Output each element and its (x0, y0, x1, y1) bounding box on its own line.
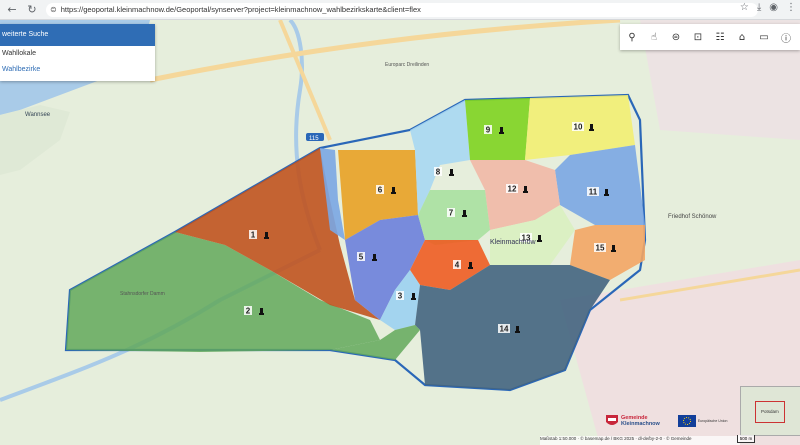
search-panel: weiterte Suche Wahllokale Wahlbezirke (0, 24, 155, 81)
gemeinde-crest-icon (606, 415, 618, 425)
district-label-2[interactable]: 2 (246, 307, 251, 316)
district-label-15[interactable]: 15 (596, 244, 605, 253)
zoom-search-icon[interactable]: ⚲ (622, 27, 642, 47)
district-label-5[interactable]: 5 (359, 253, 364, 262)
district-label-6[interactable]: 6 (378, 186, 383, 195)
eu-flag-icon (677, 415, 696, 427)
district-9-area (465, 98, 530, 160)
browser-toolbar: ← ↻ ⊜ https://geoportal.kleinmachnow.de/… (0, 0, 800, 20)
map-view[interactable]: 1 2 3 4 5 6 7 8 9 10 11 12 13 14 15 Wannsee Europarc D… (0, 20, 800, 445)
scale-bar: 500 m (737, 435, 755, 443)
measure-area-icon[interactable]: ⊡ (688, 27, 708, 47)
district-label-3[interactable]: 3 (398, 292, 403, 301)
map-canvas[interactable]: 123456789 101112131415 Wannsee Europarc D… (0, 20, 800, 445)
address-bar[interactable]: ⊜ https://geoportal.kleinmachnow.de/Geop… (46, 2, 758, 17)
eu-logo-text: Europäische Union (697, 419, 728, 423)
pointer-icon[interactable]: ☝ (644, 27, 664, 47)
place-label-wannsee: Wannsee (25, 112, 51, 118)
place-label-stahnsdorfer: Stahnsdorfer Damm (120, 291, 165, 297)
back-icon[interactable]: ← (4, 2, 20, 18)
place-label-kleinmachnow: Kleinmachnow (490, 239, 536, 246)
layer-item-wahlbezirke[interactable]: Wahlbezirke (0, 62, 155, 78)
map-attribution: Maßstab 1:50.000 · © basemap.de / BKG 20… (540, 436, 740, 445)
search-panel-header[interactable]: weiterte Suche (0, 24, 155, 46)
profile-icon[interactable]: ◉ (769, 2, 778, 13)
measure-line-icon[interactable]: ▭ (754, 27, 774, 47)
list-icon[interactable]: ☷ (710, 27, 730, 47)
bookmark-star-icon[interactable]: ☆ (740, 2, 749, 13)
district-label-8[interactable]: 8 (436, 168, 441, 177)
district-label-7[interactable]: 7 (449, 209, 454, 218)
road-shield-label: 115 (309, 136, 319, 142)
district-label-12[interactable]: 12 (508, 185, 517, 194)
home-extent-icon[interactable]: ⌂ (732, 27, 752, 47)
district-label-11[interactable]: 11 (589, 188, 598, 197)
map-toolbar: ⚲ ☝ ⊜ ⊡ ☷ ⌂ ▭ ⓘ (620, 24, 800, 50)
url-text: https://geoportal.kleinmachnow.de/Geopor… (60, 5, 421, 14)
menu-icon[interactable]: ⋮ (786, 2, 796, 13)
layer-item-wahllokale[interactable]: Wahllokale (0, 46, 155, 62)
place-label-friedhof: Friedhof Schönow (668, 214, 717, 220)
district-label-1[interactable]: 1 (251, 231, 256, 240)
minimap-label: Potsdam (761, 409, 779, 414)
place-label-europarc: Europarc Dreilinden (385, 62, 429, 68)
overview-minimap[interactable]: Potsdam (740, 386, 800, 436)
district-7-area (418, 190, 490, 245)
district-label-9[interactable]: 9 (486, 126, 491, 135)
layers-icon[interactable]: ⊜ (666, 27, 686, 47)
info-icon[interactable]: ⓘ (776, 27, 796, 47)
download-icon[interactable]: ⤓ (757, 2, 761, 13)
district-label-14[interactable]: 14 (500, 325, 509, 334)
district-label-4[interactable]: 4 (455, 261, 460, 270)
sponsor-logos: Gemeinde Kleinmachnow Europäische Union (605, 412, 735, 430)
district-label-10[interactable]: 10 (574, 123, 583, 132)
gemeinde-logo-line2: Kleinmachnow (621, 421, 660, 427)
site-info-icon[interactable]: ⊜ (50, 5, 57, 14)
reload-icon[interactable]: ↻ (24, 2, 40, 18)
